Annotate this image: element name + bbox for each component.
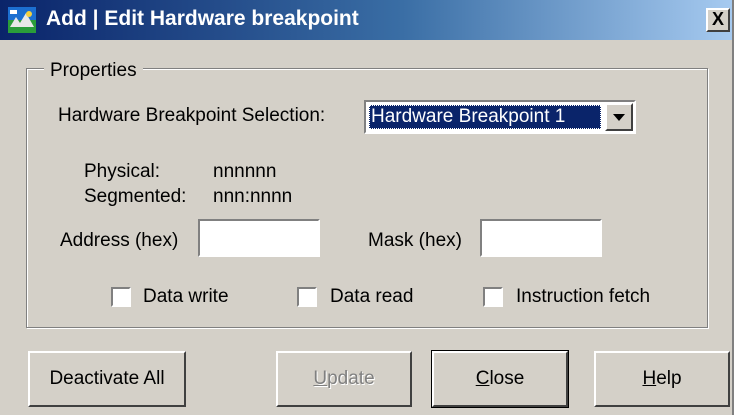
close-label: lose <box>489 368 525 389</box>
selection-value: Hardware Breakpoint 1 <box>369 105 601 129</box>
data-read-checkbox[interactable] <box>297 287 317 307</box>
data-read-label: Data read <box>330 286 414 307</box>
deactivate-all-button[interactable]: Deactivate All <box>28 351 186 407</box>
close-mnemonic: C <box>475 368 490 389</box>
segmented-value: nnn:nnnn <box>213 186 293 207</box>
data-write-label: Data write <box>143 286 229 307</box>
instruction-fetch-label: Instruction fetch <box>516 286 651 307</box>
address-label: Address (hex) <box>60 230 179 251</box>
mask-input[interactable] <box>480 219 602 257</box>
physical-value: nnnnnn <box>213 161 277 182</box>
close-button[interactable]: Close <box>431 350 569 408</box>
help-label: elp <box>656 368 682 389</box>
help-button[interactable]: Help <box>594 351 730 407</box>
update-button[interactable]: Update <box>276 351 412 407</box>
breakpoint-selection-dropdown[interactable]: Hardware Breakpoint 1 <box>364 100 636 134</box>
update-label: pdate <box>327 368 375 389</box>
close-window-button[interactable]: X <box>706 8 730 32</box>
instruction-fetch-checkbox[interactable] <box>483 287 503 307</box>
physical-label: Physical: <box>84 161 161 182</box>
breakpoint-app-icon <box>8 7 36 33</box>
hardware-breakpoint-dialog: Add | Edit Hardware breakpoint X Propert… <box>0 0 734 415</box>
deactivate-all-label: Deactivate All <box>49 368 165 389</box>
chevron-down-icon[interactable] <box>605 103 633 131</box>
data-write-checkbox[interactable] <box>111 287 131 307</box>
title-bar[interactable]: Add | Edit Hardware breakpoint X <box>0 0 732 40</box>
selection-label: Hardware Breakpoint Selection: <box>58 105 326 126</box>
segmented-label: Segmented: <box>84 186 187 207</box>
mask-label: Mask (hex) <box>368 230 462 251</box>
properties-group-label: Properties <box>44 60 143 82</box>
help-mnemonic: H <box>642 368 657 389</box>
address-input[interactable] <box>198 219 320 257</box>
update-mnemonic: U <box>313 368 328 389</box>
dialog-title: Add | Edit Hardware breakpoint <box>46 7 359 30</box>
close-icon: X <box>711 9 724 29</box>
